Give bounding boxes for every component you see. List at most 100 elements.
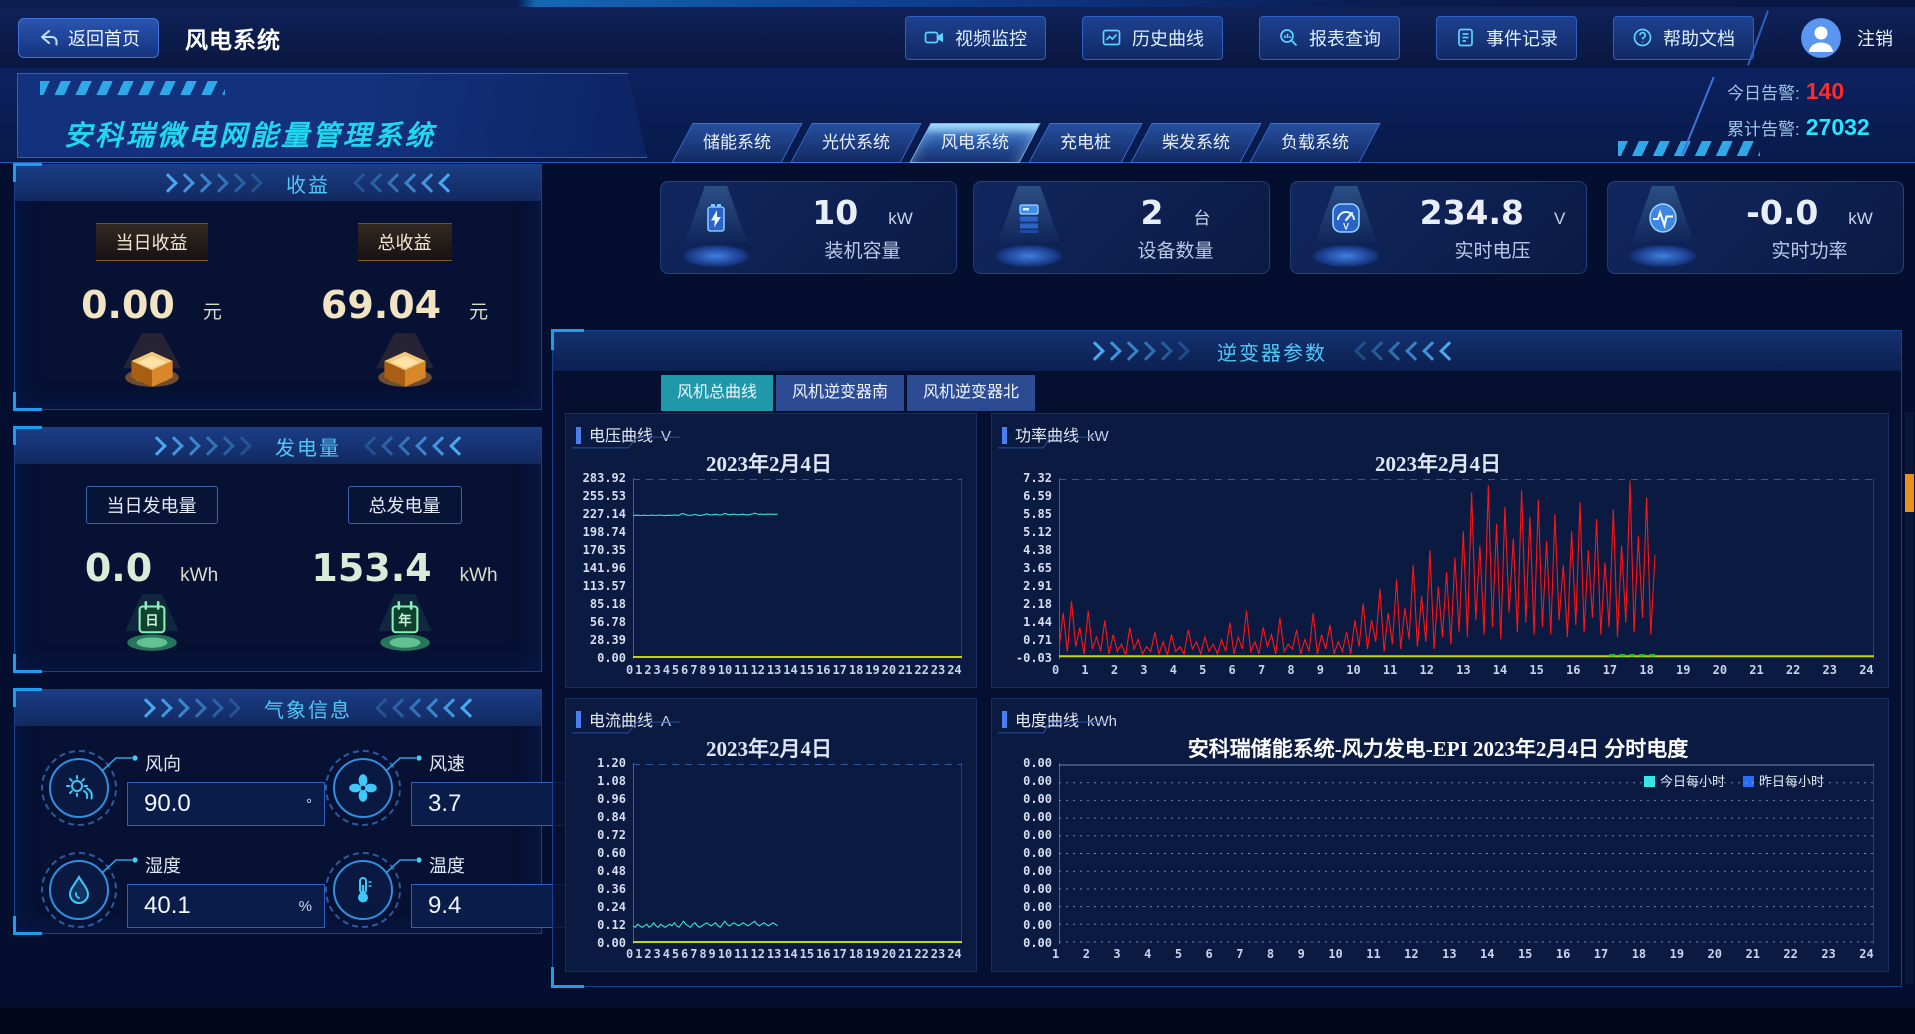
chevrons-left-icon — [378, 701, 477, 715]
tab-fan-total-curve[interactable]: 风机总曲线 — [661, 375, 773, 411]
wind-speed-value: 3.7 — [428, 790, 461, 818]
energy-x-axis: 123456789101112131415161718192021222324 — [1052, 947, 1874, 967]
realtime-voltage-value: 234.8 — [1420, 193, 1524, 232]
device-count-label: 设备数量 — [1137, 236, 1213, 263]
weather-panel-header: 气象信息 — [15, 690, 541, 726]
report-search-icon — [1278, 27, 1299, 48]
weather-panel: 气象信息 — [14, 689, 542, 934]
nav-button-label: 报表查询 — [1309, 25, 1381, 51]
realtime-power-unit: kW — [1848, 209, 1873, 229]
voltage-y-axis: 283.92255.53227.14198.74170.35141.96113.… — [576, 471, 633, 666]
day-calendar-icon: 日 — [119, 594, 185, 658]
energy-y-axis: 0.000.000.000.000.000.000.000.000.000.00… — [1002, 756, 1059, 951]
wind-direction-value-box: 90.0 ° — [127, 782, 325, 826]
chevrons-left-icon — [1357, 344, 1456, 358]
total-generation-label: 总发电量 — [348, 486, 462, 524]
generation-panel: 发电量 当日发电量 0.0 kWh 日 — [14, 427, 542, 672]
scrollbar-track[interactable] — [1905, 412, 1914, 984]
today-alarm-label: 今日告警: — [1727, 79, 1800, 104]
total-alarm-label: 累计告警: — [1727, 115, 1800, 140]
chevrons-right-icon — [139, 701, 238, 715]
device-count-unit: 台 — [1193, 204, 1210, 229]
tab-fan-inverter-north[interactable]: 风机逆变器北 — [907, 375, 1035, 411]
tab-charging-pile[interactable]: 充电桩 — [1028, 123, 1142, 163]
realtime-voltage-unit: V — [1554, 209, 1565, 229]
tab-storage-system[interactable]: 储能系统 — [671, 123, 802, 163]
help-doc-icon — [1632, 27, 1653, 48]
user-avatar[interactable] — [1801, 18, 1841, 58]
tab-pv-system[interactable]: 光伏系统 — [790, 123, 921, 163]
tab-load-system[interactable]: 负载系统 — [1249, 123, 1380, 163]
svg-text:年: 年 — [398, 612, 412, 628]
tab-fan-inverter-south[interactable]: 风机逆变器南 — [776, 375, 904, 411]
nav-button-label: 视频监控 — [955, 25, 1027, 51]
device-count-value: 2 — [1141, 193, 1164, 232]
power-x-axis: 0123456789101112131415161718192021222324 — [1052, 663, 1874, 683]
device-count-card: 2 台 设备数量 — [973, 181, 1270, 274]
current-chart: 电流曲线 A 2023年2月4日 1.201.080.960.840.720.6… — [565, 698, 977, 973]
logout-button[interactable]: 注销 — [1857, 25, 1893, 51]
chart-head-decoration — [998, 436, 1106, 449]
humidity-value: 40.1 — [144, 892, 191, 920]
chevrons-right-icon — [161, 176, 260, 190]
daily-generation-unit: kWh — [180, 565, 218, 587]
tab-wind-system[interactable]: 风电系统 — [909, 123, 1040, 163]
help-doc-button[interactable]: 帮助文档 — [1613, 16, 1754, 60]
money-box-icon — [372, 331, 438, 395]
event-log-button[interactable]: 事件记录 — [1436, 16, 1577, 60]
inverter-panel-title: 逆变器参数 — [1217, 337, 1327, 366]
connector-line-icon — [385, 855, 423, 875]
energy-plot: 今日每小时 昨日每小时 — [1059, 763, 1874, 944]
device-stack-icon — [974, 182, 1082, 273]
realtime-power-card: -0.0 kW 实时功率 — [1607, 181, 1904, 274]
installed-capacity-unit: kW — [888, 209, 913, 229]
total-generation-unit: kWh — [460, 565, 498, 587]
back-arrow-icon — [37, 27, 59, 49]
nav-button-label: 历史曲线 — [1132, 25, 1204, 51]
daily-revenue-label: 当日收益 — [96, 223, 208, 261]
chart-head-decoration — [572, 721, 680, 734]
chart-head-decoration — [572, 436, 680, 449]
history-chart-icon — [1101, 27, 1122, 48]
wind-direction-value: 90.0 — [144, 790, 191, 818]
generation-panel-header: 发电量 — [15, 428, 541, 464]
chart-head-decoration — [998, 721, 1106, 734]
navbar: 返回首页 风电系统 视频监控 历史曲线 — [0, 7, 1915, 70]
chart-grid: 电压曲线 V 2023年2月4日 283.92255.53227.14198.7… — [565, 413, 1889, 972]
total-generation-value: 153.4 — [311, 546, 431, 590]
power-y-axis: 7.326.595.855.124.383.652.912.181.440.71… — [1002, 471, 1059, 666]
current-plot — [633, 763, 962, 944]
tab-diesel-system[interactable]: 柴发系统 — [1130, 123, 1261, 163]
temperature-label: 温度 — [429, 852, 465, 878]
scrollbar-thumb[interactable] — [1905, 474, 1914, 512]
footer-strip — [0, 1008, 1915, 1034]
connector-line-icon — [385, 753, 423, 773]
humidity-item: 湿度 40.1 % — [41, 852, 325, 928]
total-generation-item: 总发电量 153.4 kWh 年 — [278, 486, 531, 658]
wind-direction-item: 风向 90.0 ° — [41, 750, 325, 826]
energy-chart: 电度曲线 kWh 安科瑞储能系统-风力发电-EPI 2023年2月4日 分时电度… — [991, 698, 1889, 973]
realtime-power-label: 实时功率 — [1771, 236, 1847, 263]
back-home-button[interactable]: 返回首页 — [18, 18, 159, 58]
voltage-x-axis: 0123456789101112131415161718192021222324 — [626, 663, 962, 683]
money-box-icon — [119, 331, 185, 395]
current-chart-date: 2023年2月4日 — [576, 733, 962, 763]
report-query-button[interactable]: 报表查询 — [1259, 16, 1400, 60]
nav-button-group: 视频监控 历史曲线 报表查询 — [905, 7, 1754, 68]
chevrons-right-icon — [1088, 344, 1187, 358]
video-monitor-button[interactable]: 视频监控 — [905, 16, 1046, 60]
voltage-chart: 电压曲线 V 2023年2月4日 283.92255.53227.14198.7… — [565, 413, 977, 688]
daily-generation-label: 当日发电量 — [86, 486, 218, 524]
navbar-right: 注销 — [1757, 7, 1893, 68]
event-log-icon — [1455, 27, 1476, 48]
connector-line-icon — [101, 855, 139, 875]
daily-revenue-unit: 元 — [203, 297, 222, 324]
wind-direction-unit: ° — [306, 796, 312, 813]
voltage-chart-date: 2023年2月4日 — [576, 448, 962, 478]
inverter-panel: 逆变器参数 风机总曲线 风机逆变器南 风机逆变器北 电压曲线 V 2023年2月… — [552, 330, 1902, 987]
history-curve-button[interactable]: 历史曲线 — [1082, 16, 1223, 60]
generation-panel-title: 发电量 — [275, 432, 341, 461]
alarm-summary: 今日告警: 140 累计告警: 27032 — [1727, 78, 1907, 150]
daily-revenue-value: 0.00 — [81, 283, 175, 327]
total-revenue-unit: 元 — [469, 297, 488, 324]
